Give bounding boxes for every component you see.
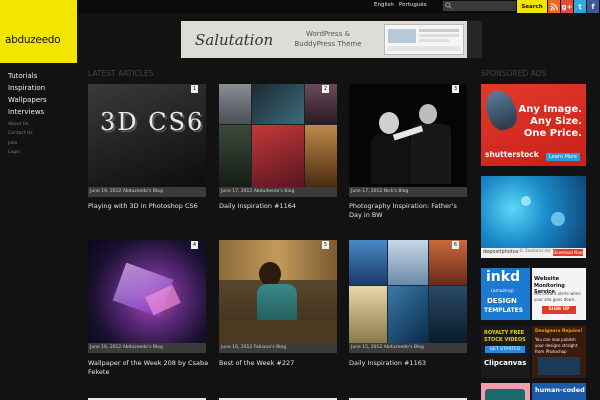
download-now-button[interactable]: Download Now [553, 249, 583, 256]
hummingbird-image [481, 86, 521, 134]
nav-wallpapers[interactable]: Wallpapers [8, 96, 47, 104]
nav-contact-us[interactable]: Contact Us [8, 131, 33, 136]
latest-articles-heading: LATEST ARTICLES [88, 69, 154, 78]
ad-brand: shutterstock [485, 150, 539, 159]
google-plus-icon[interactable]: g+ [561, 0, 573, 13]
ad-line: TEMPLATES [484, 307, 524, 314]
article-number-badge: 5 [322, 241, 329, 249]
article-thumbnail[interactable] [349, 84, 467, 187]
facebook-icon[interactable]: f [587, 0, 599, 13]
ad-line: DESIGN [487, 297, 517, 305]
article-title-link[interactable]: Photography Inspiration: Father's Day in… [349, 202, 471, 219]
depositphotos-ad[interactable]: depositphotos © 2solarcs.mr Download Now [481, 176, 586, 258]
nav-about-us[interactable]: About Us [8, 122, 28, 127]
banner-title: Salutation [195, 31, 274, 49]
logo-text: abduzeedo [5, 34, 61, 46]
article-number-badge: 3 [452, 85, 459, 93]
get-started-button[interactable]: GET STARTED [485, 346, 525, 353]
search-icon [445, 2, 452, 9]
article-thumbnail[interactable]: 3D CS6 [88, 84, 206, 187]
search-button[interactable]: Search [517, 0, 547, 13]
inkd-ad[interactable]: inkd (amazing) DESIGN TEMPLATES [481, 268, 530, 320]
banner-line1: WordPress & [305, 30, 351, 38]
article-title-link[interactable]: Playing with 3D in Photoshop CS6 [88, 202, 210, 211]
sign-up-button[interactable]: SIGN UP NOW! [542, 306, 576, 320]
article-meta: June 15, 2012 Abduzeedo's Blog [349, 343, 467, 353]
ad-line: Any Image. [518, 104, 583, 115]
article-title-link[interactable]: Daily Inspiration #1163 [349, 359, 471, 368]
ad-line: human-coded [535, 386, 585, 394]
human-coded-ad[interactable]: human-coded [532, 383, 586, 400]
ad-brand: depositphotos [483, 249, 519, 255]
ad-brand: inkd [486, 269, 521, 285]
article-number-badge: 6 [452, 241, 459, 249]
design-ad[interactable] [481, 383, 530, 400]
sponsored-ads-heading: SPONSORED ADS [481, 69, 547, 78]
article-title-link[interactable]: Wallpaper of the Week 208 by Csaba Feket… [88, 359, 210, 376]
language-english-link[interactable]: English [374, 2, 394, 8]
language-portuguese-link[interactable]: Português [399, 2, 427, 8]
salutation-theme-banner[interactable]: Salutation WordPress & BuddyPress Theme [181, 21, 482, 58]
rss-icon[interactable] [548, 0, 560, 13]
article-thumbnail[interactable] [219, 84, 337, 187]
ad-line: your designs straight [535, 343, 578, 348]
designers-rejoice-ad[interactable]: Designers Rejoice! You can now publish y… [532, 326, 586, 378]
article-meta: June 17, 2012 Abdu4eedo's Blog [219, 187, 337, 197]
ad-line: One Price. [523, 128, 582, 139]
ad-line: your site goes down. [534, 297, 576, 302]
photoshop-screenshot [538, 357, 580, 375]
nav-interviews[interactable]: Interviews [8, 108, 44, 116]
clipcanvas-ad[interactable]: ROYALTY FREE STOCK VIDEOS GET STARTED Cl… [481, 326, 530, 378]
shutterstock-ad[interactable]: Any Image. Any Size. One Price. shutters… [481, 84, 586, 166]
article-title-link[interactable]: Daily Inspiration #1164 [219, 202, 341, 211]
site-logo[interactable]: abduzeedo [0, 0, 77, 63]
learn-more-button[interactable]: Learn More [546, 153, 580, 161]
article-number-badge: 1 [191, 85, 198, 93]
article-number-badge: 4 [191, 241, 198, 249]
ad-line: (amazing) [491, 289, 514, 294]
article-meta: June 16, 2012 Abduzeedo's Blog [88, 343, 206, 353]
nav-tutorials[interactable]: Tutorials [8, 72, 37, 80]
ad-line: Designers Rejoice! [535, 329, 583, 334]
article-thumbnail[interactable] [219, 240, 337, 343]
article-meta: June 16, 2012 Fabiano's Blog [219, 343, 337, 353]
nav-inspiration[interactable]: Inspiration [8, 84, 45, 92]
ad-line: from Photoshop [535, 349, 567, 354]
ad-line: Get instant alerts when [534, 291, 581, 296]
banner-side-tag [467, 21, 482, 58]
ad-line: You can now publish [535, 337, 576, 342]
banner-screenshot [384, 24, 464, 55]
thumbnail-3d-text: 3D CS6 [100, 108, 205, 136]
ad-brand: Clipcanvas [484, 359, 527, 367]
article-meta: June 19, 2012 Abduzeedo's Blog [88, 187, 206, 197]
ad-line: Any Size. [530, 116, 582, 127]
banner-line2: BuddyPress Theme [294, 40, 362, 48]
article-title-link[interactable]: Best of the Week #227 [219, 359, 341, 368]
article-thumbnail[interactable] [349, 240, 467, 343]
twitter-icon[interactable]: t [574, 0, 586, 13]
nav-jobs[interactable]: Jobs [8, 141, 17, 146]
article-thumbnail[interactable] [88, 240, 206, 343]
ad-line: ROYALTY FREE [484, 330, 525, 336]
ad-line: Website [534, 276, 560, 282]
search-input[interactable] [443, 1, 516, 11]
ad-handle: © 2solarcs.mr [519, 249, 552, 254]
nav-login[interactable]: Login [8, 150, 20, 155]
article-number-badge: 2 [322, 85, 329, 93]
monitoring-ad[interactable]: Website Monitoring Service Get instant a… [532, 268, 586, 320]
ad-line: STOCK VIDEOS [484, 337, 526, 343]
article-meta: June 17, 2012 Nick's Blog [349, 187, 467, 197]
